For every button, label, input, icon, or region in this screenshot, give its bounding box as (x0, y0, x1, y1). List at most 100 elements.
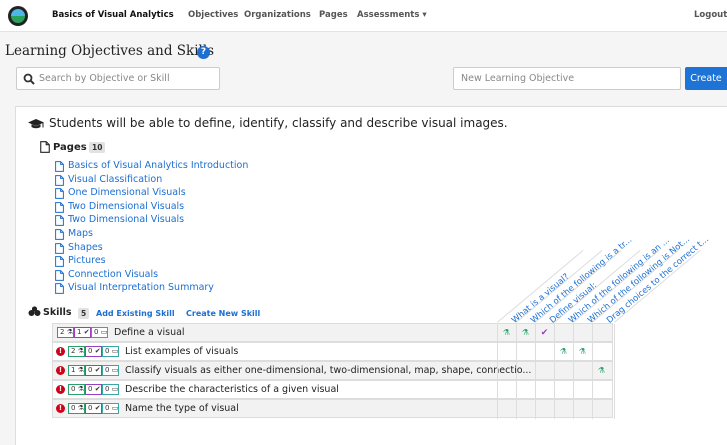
question-icon: ▭ (109, 385, 119, 393)
grid-divider (554, 362, 555, 381)
create-new-skill-link[interactable]: Create New Skill (186, 309, 260, 318)
flask-icon: ⚗ (75, 404, 84, 412)
check-count-box: 1 ✔ (74, 327, 91, 338)
page-link[interactable]: Connection Visuals (68, 269, 158, 280)
page-link[interactable]: Shapes (68, 242, 103, 253)
logout-link[interactable]: Logout (694, 10, 727, 20)
question-count-box: 0 ▭ (102, 346, 119, 357)
page-link[interactable]: Two Dimensional Visuals (68, 201, 184, 212)
page-doc-icon (55, 229, 64, 240)
app-logo-icon[interactable] (8, 6, 28, 26)
skill-label[interactable]: Classify visuals as either one-dimension… (125, 365, 531, 376)
grid-divider (554, 324, 555, 343)
puzzle-icon (28, 306, 41, 316)
search-icon (23, 73, 35, 85)
create-button[interactable]: Create (685, 67, 727, 90)
page-title: Learning Objectives and Skills (5, 43, 215, 59)
help-icon[interactable]: ? (197, 46, 210, 59)
search-box (16, 67, 220, 90)
page-doc-icon (55, 201, 64, 213)
skill-row[interactable]: ! 2 ⚗ 0 ✔ 0 ▭ List examples of visuals ⚗ ⚗ (52, 342, 615, 362)
check-icon: ✔ (92, 347, 101, 355)
check-icon[interactable]: ✔ (540, 328, 549, 338)
nav-item-objectives[interactable]: Objectives (188, 10, 238, 20)
skill-label[interactable]: List examples of visuals (125, 346, 238, 357)
new-objective-input[interactable] (453, 67, 681, 90)
warning-icon: ! (56, 404, 65, 413)
grid-divider (516, 362, 517, 381)
page-count-box: 2 ⚗ (57, 327, 74, 338)
page-link[interactable]: Pictures (68, 255, 106, 266)
flask-icon: ⚗ (75, 385, 84, 393)
grid-divider (614, 381, 615, 400)
page-doc-icon (55, 242, 64, 254)
skill-row[interactable]: ! 0 ⚗ 0 ✔ 0 ▭ Describe the characteristics o… (52, 380, 615, 400)
flask-icon[interactable]: ⚗ (559, 347, 568, 357)
flask-icon[interactable]: ⚗ (521, 328, 530, 338)
grid-divider (535, 381, 536, 400)
question-icon: ▭ (109, 404, 119, 412)
skill-row[interactable]: ! 0 ⚗ 0 ✔ 0 ▭ Name the type of visual (52, 399, 615, 419)
grid-divider (497, 400, 498, 419)
grid-divider (535, 400, 536, 419)
check-icon: ✔ (92, 385, 101, 393)
nav-item-organizations[interactable]: Organizations (244, 10, 311, 20)
page-doc-icon (55, 215, 64, 227)
add-existing-skill-link[interactable]: Add Existing Skill (96, 309, 175, 318)
nav-brand[interactable]: Basics of Visual Analytics (52, 10, 174, 20)
warning-icon: ! (56, 347, 65, 356)
page-doc-icon (55, 188, 64, 200)
flask-icon: ⚗ (75, 347, 84, 355)
check-icon: ✔ (81, 328, 90, 336)
page-doc-icon (55, 161, 64, 172)
pages-count-badge: 10 (89, 142, 106, 153)
flask-icon: ⚗ (75, 366, 84, 374)
top-navbar: Basics of Visual Analytics Objectives Or… (0, 0, 727, 32)
grid-divider (516, 400, 517, 419)
grid-divider (592, 400, 593, 419)
page-link[interactable]: One Dimensional Visuals (68, 187, 186, 198)
page-doc-icon (55, 269, 64, 281)
flask-icon[interactable]: ⚗ (502, 328, 511, 338)
grid-divider (554, 400, 555, 419)
nav-item-assessments[interactable]: Assessments ▾ (357, 10, 427, 20)
page-link[interactable]: Basics of Visual Analytics Introduction (68, 160, 248, 171)
skills-count-badge: 5 (78, 308, 90, 319)
check-count-box: 0 ✔ (85, 384, 102, 395)
page-link[interactable]: Visual Interpretation Summary (68, 282, 214, 293)
page-count-box: 0 ⚗ (68, 384, 85, 395)
skill-label[interactable]: Define a visual (114, 327, 185, 338)
warning-icon: ! (56, 366, 65, 375)
flask-icon[interactable]: ⚗ (597, 366, 606, 376)
grid-divider (573, 400, 574, 419)
question-icon: ▭ (98, 328, 108, 336)
grid-divider (592, 381, 593, 400)
grid-divider (516, 381, 517, 400)
search-input[interactable] (39, 68, 219, 89)
warning-icon: ! (56, 385, 65, 394)
grid-divider (614, 400, 615, 419)
grid-divider (516, 343, 517, 362)
grid-divider (497, 324, 498, 343)
flask-icon[interactable]: ⚗ (578, 347, 587, 357)
skill-row[interactable]: ! 1 ⚗ 0 ✔ 0 ▭ Classify visuals as either one… (52, 361, 615, 381)
grid-divider (573, 343, 574, 362)
question-count-box: 0 ▭ (102, 384, 119, 395)
skill-row[interactable]: 2 ⚗ 1 ✔ 0 ▭ Define a visual ⚗ ⚗ ✔ (52, 323, 615, 343)
check-count-box: 0 ✔ (85, 365, 102, 376)
page-link[interactable]: Visual Classification (68, 174, 162, 185)
skill-label[interactable]: Name the type of visual (125, 403, 239, 414)
skill-label[interactable]: Describe the characteristics of a given … (125, 384, 339, 395)
nav-item-pages[interactable]: Pages (319, 10, 348, 20)
question-icon: ▭ (109, 347, 119, 355)
grid-divider (554, 381, 555, 400)
check-icon: ✔ (92, 366, 101, 374)
grid-divider (573, 324, 574, 343)
check-count-box: 0 ✔ (85, 403, 102, 414)
page-link[interactable]: Two Dimensional Visuals (68, 214, 184, 225)
objective-text[interactable]: Students will be able to define, identif… (49, 116, 508, 130)
page-link[interactable]: Maps (68, 228, 93, 239)
grid-divider (497, 362, 498, 381)
check-count-box: 0 ✔ (85, 346, 102, 357)
question-count-box: 0 ▭ (91, 327, 108, 338)
